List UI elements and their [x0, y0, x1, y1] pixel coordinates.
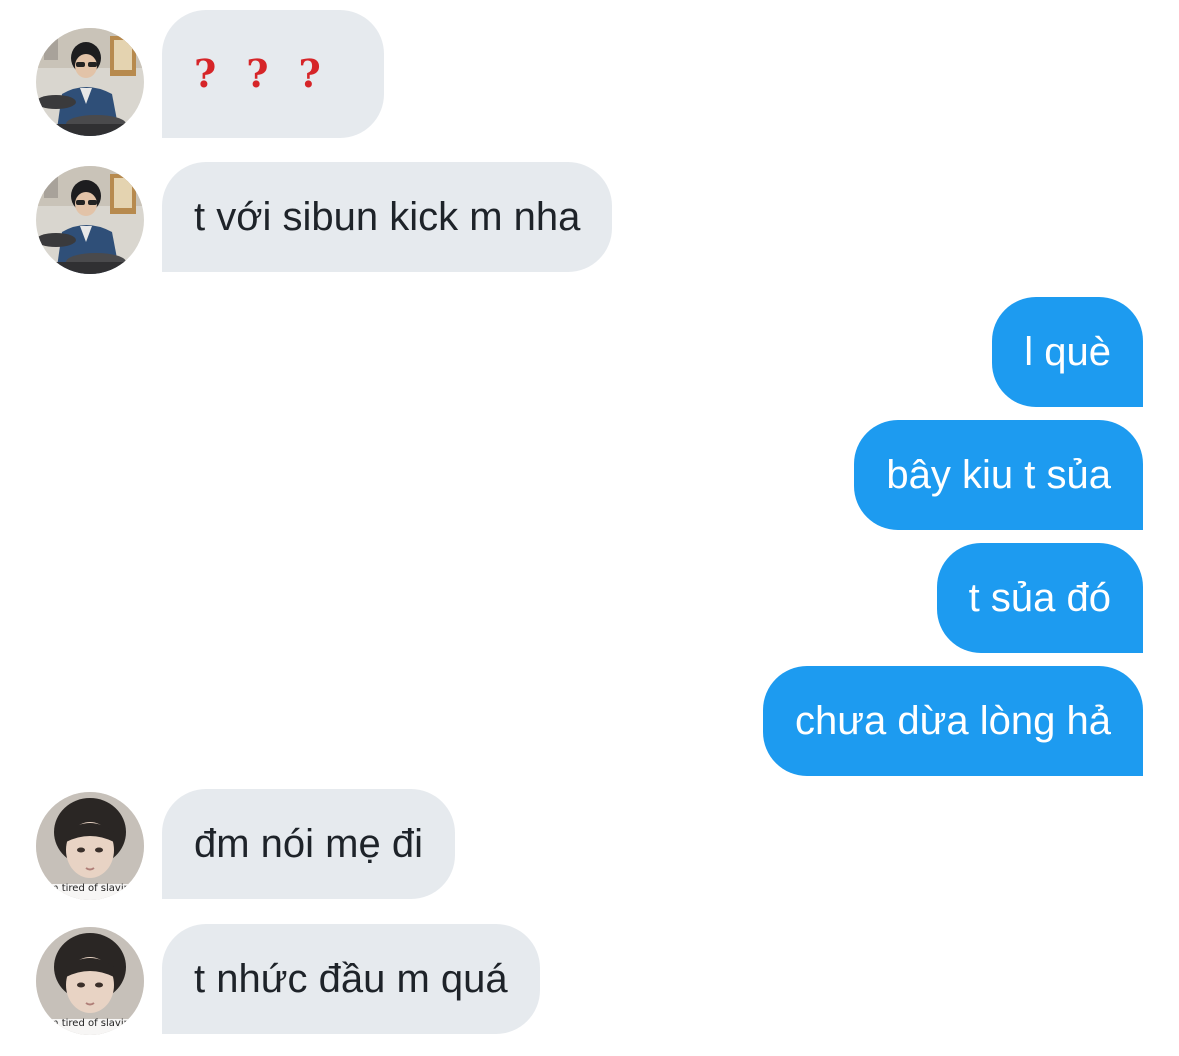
message-bubble[interactable]: bây kiu t sủa [854, 420, 1143, 530]
message-bubble[interactable]: l què [992, 297, 1143, 407]
message-text: đm nói mẹ đi [194, 822, 423, 866]
avatar[interactable] [36, 28, 144, 136]
drummer-avatar-image [36, 166, 144, 274]
avatar[interactable]: im tired of slavin [36, 792, 144, 900]
message-text: l què [1024, 330, 1111, 374]
avatar-caption: im tired of slavin [46, 1018, 130, 1029]
question-mark: ? [194, 51, 217, 96]
message-bubble[interactable]: ??? [162, 10, 384, 138]
message-text: chưa dừa lòng hả [795, 699, 1111, 743]
question-mark: ? [246, 51, 269, 96]
message-bubble[interactable]: t sủa đó [936, 543, 1143, 653]
message-bubble[interactable]: đm nói mẹ đi [162, 789, 455, 899]
message-bubble[interactable]: chưa dừa lòng hả [763, 666, 1143, 776]
message-text: t sủa đó [968, 576, 1111, 620]
drummer-avatar-image [36, 28, 144, 136]
avatar[interactable]: im tired of slavin [36, 927, 144, 1035]
message-text: t với sibun kick m nha [194, 195, 581, 239]
question-mark: ? [298, 51, 321, 96]
message-text: bây kiu t sủa [886, 453, 1111, 497]
avatar[interactable] [36, 166, 144, 274]
message-bubble[interactable]: t nhức đầu m quá [162, 924, 540, 1034]
message-bubble[interactable]: t với sibun kick m nha [162, 162, 613, 272]
message-text: t nhức đầu m quá [194, 957, 508, 1001]
avatar-caption: im tired of slavin [46, 883, 130, 894]
